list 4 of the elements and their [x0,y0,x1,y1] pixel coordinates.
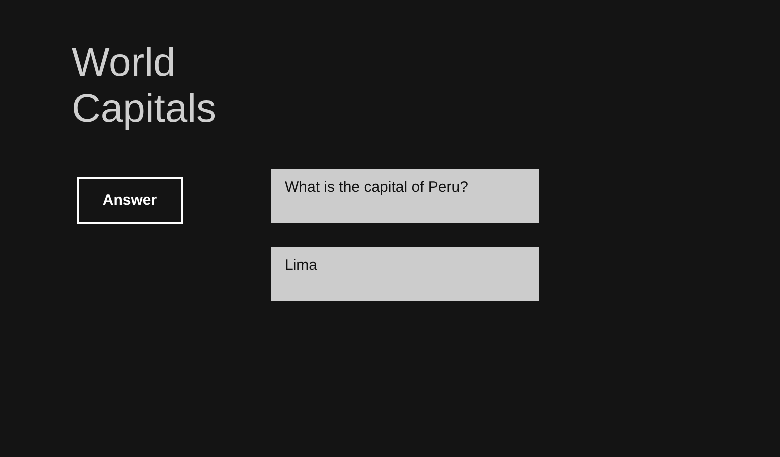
answer-button[interactable]: Answer [77,177,183,224]
answer-field[interactable]: Lima [271,247,539,301]
app-title: World Capitals [72,40,217,132]
question-field[interactable]: What is the capital of Peru? [271,169,539,223]
